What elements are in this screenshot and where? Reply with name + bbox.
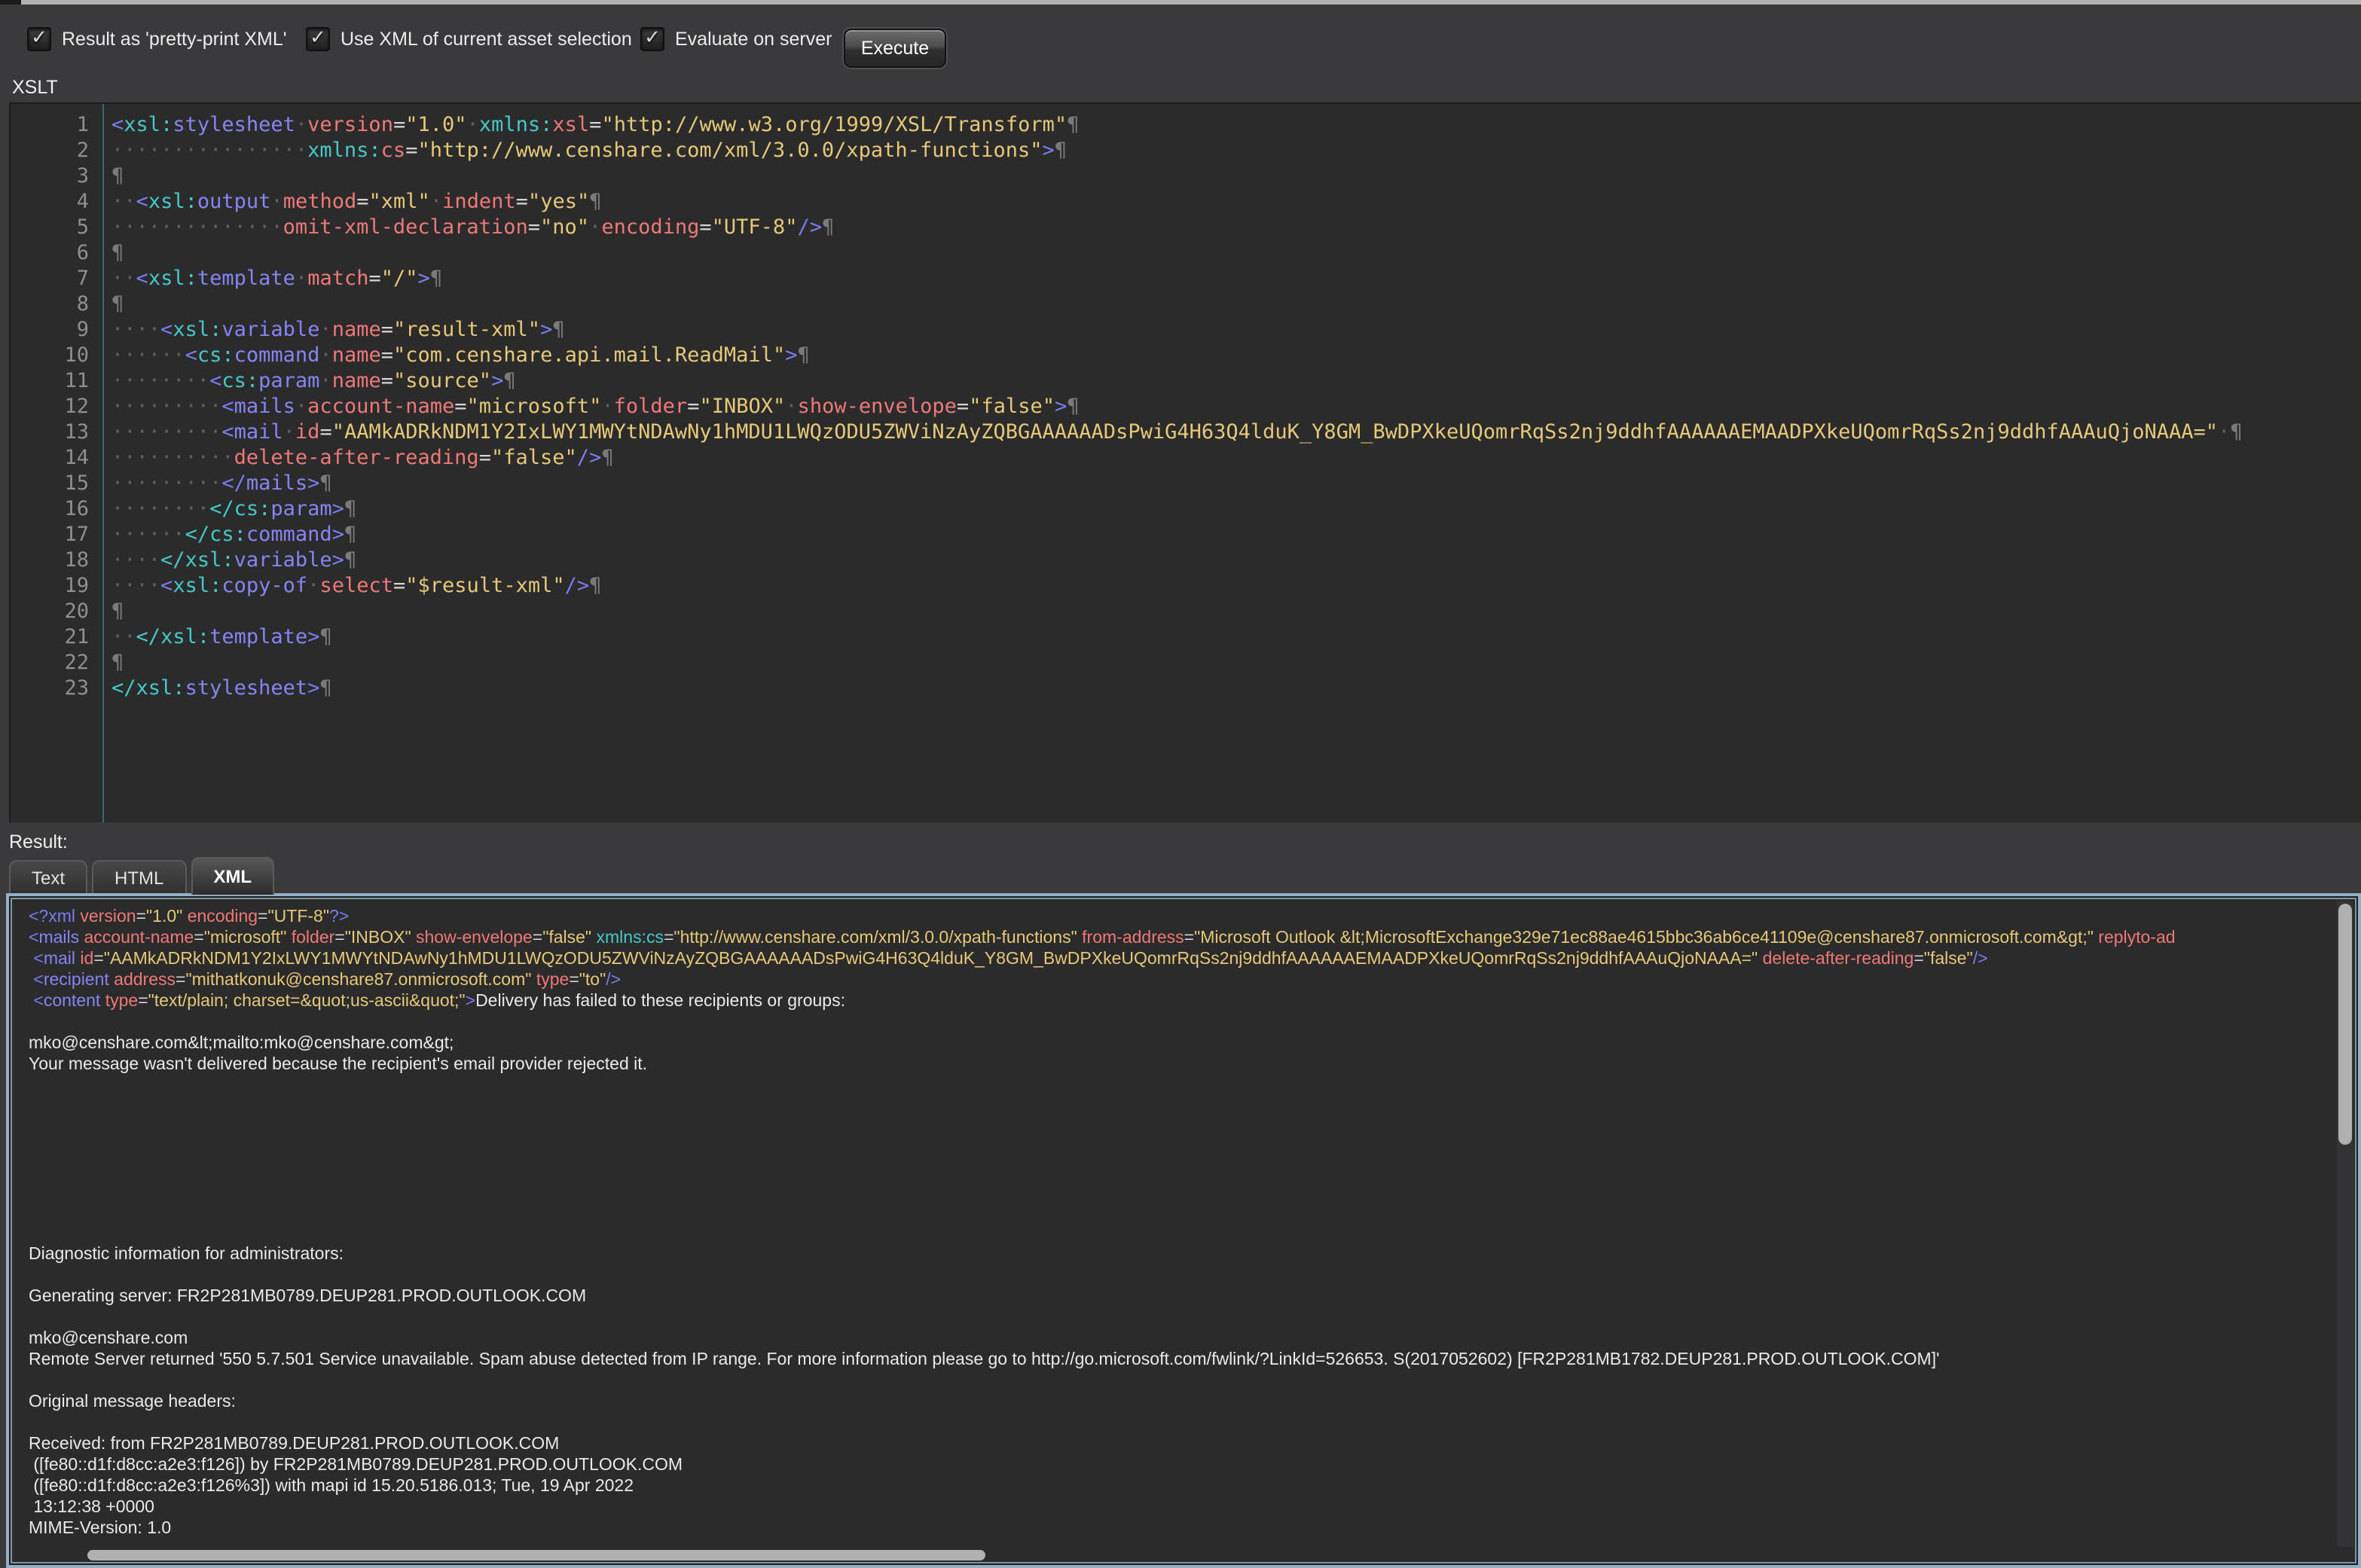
result-line: 13:12:38 +0000	[29, 1497, 2337, 1518]
check-icon: ✓	[644, 30, 661, 45]
code-lines: 1<xsl:stylesheet·version="1.0"·xmlns:xsl…	[11, 113, 2361, 702]
result-line: <?xml version="1.0" encoding="UTF-8"?>	[29, 907, 2337, 928]
result-line	[29, 1097, 2337, 1118]
result-output-text: <?xml version="1.0" encoding="UTF-8"?><m…	[14, 901, 2337, 1550]
code-line: 21··</xsl:template>¶	[11, 625, 2361, 651]
result-line	[29, 1012, 2337, 1033]
code-line: 2················xmlns:cs="http://www.ce…	[11, 139, 2361, 164]
result-line: mko@censhare.com&lt;mailto:mko@censhare.…	[29, 1033, 2337, 1054]
check-icon: ✓	[310, 30, 326, 45]
code-line: 7··<xsl:template·match="/">¶	[11, 267, 2361, 292]
result-line	[29, 1160, 2337, 1181]
xslt-code-editor[interactable]: 1<xsl:stylesheet·version="1.0"·xmlns:xsl…	[9, 102, 2361, 822]
code-line: 23</xsl:stylesheet>¶	[11, 676, 2361, 702]
result-line: ([fe80::d1f:d8cc:a2e3:f126]) by FR2P281M…	[29, 1455, 2337, 1476]
result-line	[29, 1413, 2337, 1434]
code-line: 18····</xsl:variable>¶	[11, 548, 2361, 574]
code-line: 16········</cs:param>¶	[11, 497, 2361, 523]
result-line: mko@censhare.com	[29, 1329, 2337, 1350]
result-line	[29, 1181, 2337, 1202]
result-line	[29, 1202, 2337, 1223]
code-line: 6¶	[11, 241, 2361, 267]
xslt-editor-label: XSLT	[12, 77, 58, 98]
code-line: 11········<cs:param·name="source">¶	[11, 369, 2361, 395]
tab-xml[interactable]: XML	[191, 857, 274, 895]
checkbox-pretty-print-xml[interactable]: ✓ Result as 'pretty-print XML'	[27, 27, 287, 51]
result-line	[29, 1075, 2337, 1097]
result-line: Remote Server returned '550 5.7.501 Serv…	[29, 1350, 2337, 1371]
result-line: Received: from FR2P281MB0789.DEUP281.PRO…	[29, 1434, 2337, 1455]
result-section-label: Result:	[9, 831, 68, 853]
result-line: ([fe80::d1f:d8cc:a2e3:f126%3]) with mapi…	[29, 1476, 2337, 1497]
code-line: 4··<xsl:output·method="xml"·indent="yes"…	[11, 190, 2361, 215]
code-line: 20¶	[11, 599, 2361, 625]
code-line: 17······</cs:command>¶	[11, 523, 2361, 548]
result-line	[29, 1223, 2337, 1244]
code-line: 3¶	[11, 164, 2361, 190]
result-line: <mail id="AAMkADRkNDM1Y2IxLWY1MWYtNDAwNy…	[29, 949, 2337, 970]
toolbar: ✓ Result as 'pretty-print XML' ✓ Use XML…	[0, 5, 2361, 74]
code-line: 8¶	[11, 292, 2361, 318]
result-line	[29, 1371, 2337, 1392]
checkbox-icon[interactable]: ✓	[27, 27, 51, 51]
checkbox-use-xml-of-current-asset[interactable]: ✓ Use XML of current asset selection	[306, 27, 632, 51]
checkbox-label: Evaluate on server	[675, 29, 832, 50]
result-line: Original message headers:	[29, 1392, 2337, 1413]
horizontal-scrollbar-thumb[interactable]	[87, 1550, 985, 1560]
result-line: <content type="text/plain; charset=&quot…	[29, 991, 2337, 1012]
code-line: 19····<xsl:copy-of·select="$result-xml"/…	[11, 574, 2361, 599]
result-line: Generating server: FR2P281MB0789.DEUP281…	[29, 1286, 2337, 1307]
code-line: 12·········<mails·account-name="microsof…	[11, 395, 2361, 420]
result-line	[29, 1307, 2337, 1329]
code-line: 5··············omit-xml-declaration="no"…	[11, 215, 2361, 241]
code-line: 9····<xsl:variable·name="result-xml">¶	[11, 318, 2361, 343]
result-line	[29, 1118, 2337, 1139]
vertical-scrollbar-track[interactable]	[2337, 901, 2353, 1547]
checkbox-icon[interactable]: ✓	[640, 27, 664, 51]
result-line: Diagnostic information for administrator…	[29, 1244, 2337, 1265]
checkbox-icon[interactable]: ✓	[306, 27, 330, 51]
tab-html[interactable]: HTML	[92, 860, 186, 895]
checkbox-evaluate-on-server[interactable]: ✓ Evaluate on server	[640, 27, 832, 51]
code-line: 22¶	[11, 651, 2361, 676]
result-line	[29, 1139, 2337, 1160]
result-output-panel[interactable]: <?xml version="1.0" encoding="UTF-8"?><m…	[6, 893, 2361, 1568]
execute-button[interactable]: Execute	[844, 29, 946, 68]
vertical-scrollbar-thumb[interactable]	[2338, 904, 2352, 1145]
checkbox-label: Result as 'pretty-print XML'	[62, 29, 287, 50]
result-line: MIME-Version: 1.0	[29, 1518, 2337, 1539]
tab-text[interactable]: Text	[9, 860, 87, 895]
checkbox-label: Use XML of current asset selection	[341, 29, 632, 50]
code-line: 13·········<mail·id="AAMkADRkNDM1Y2IxLWY…	[11, 420, 2361, 446]
result-line: <mails account-name="microsoft" folder="…	[29, 928, 2337, 949]
code-line: 1<xsl:stylesheet·version="1.0"·xmlns:xsl…	[11, 113, 2361, 139]
code-line: 14··········delete-after-reading="false"…	[11, 446, 2361, 471]
result-line	[29, 1265, 2337, 1286]
code-line: 10······<cs:command·name="com.censhare.a…	[11, 343, 2361, 369]
check-icon: ✓	[31, 30, 47, 45]
result-line: <recipient address="mithatkonuk@censhare…	[29, 970, 2337, 991]
result-line: Your message wasn't delivered because th…	[29, 1054, 2337, 1075]
result-tabs: Text HTML XML	[9, 859, 279, 895]
code-line: 15·········</mails>¶	[11, 471, 2361, 497]
app-window: ✓ Result as 'pretty-print XML' ✓ Use XML…	[0, 0, 2361, 1562]
